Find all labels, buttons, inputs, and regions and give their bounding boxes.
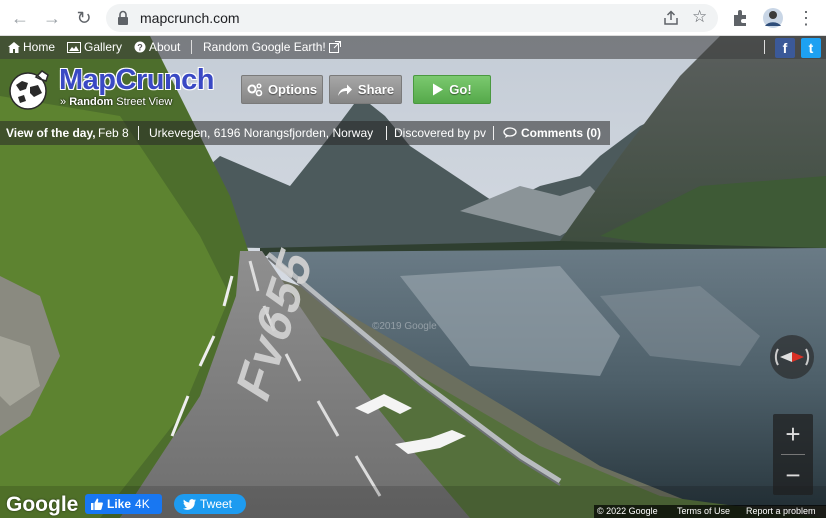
- comments-link[interactable]: Comments (0): [503, 126, 601, 140]
- compass-control[interactable]: [770, 335, 814, 379]
- tweet-label: Tweet: [200, 497, 233, 511]
- lock-icon: [118, 10, 128, 25]
- logo-sub-prefix: »: [60, 96, 67, 108]
- bookmark-star-icon[interactable]: ☆: [692, 7, 707, 27]
- facebook-like-button[interactable]: Like 4K: [85, 494, 162, 514]
- tweet-button[interactable]: Tweet: [174, 494, 246, 514]
- home-icon: [8, 41, 20, 53]
- nav-random-earth-label: Random Google Earth!: [203, 40, 326, 54]
- zoom-in-button[interactable]: +: [773, 414, 813, 454]
- nav-home-label: Home: [23, 40, 56, 54]
- vod-divider: [386, 126, 387, 140]
- go-button[interactable]: Go!: [413, 75, 491, 104]
- share-page-icon[interactable]: [662, 9, 680, 27]
- forward-arrow-icon[interactable]: →: [40, 6, 64, 30]
- share-arrow-icon: [337, 84, 352, 96]
- logo-sub-random: Random: [69, 96, 114, 108]
- zoom-control: + −: [773, 414, 813, 495]
- options-label: Options: [267, 82, 318, 97]
- twitter-bird-icon: [183, 498, 196, 510]
- thumbs-up-icon: [91, 498, 103, 510]
- view-of-the-day-bar: View of the day, Feb 8 Urkevegen, 6196 N…: [0, 121, 610, 145]
- go-label: Go!: [449, 82, 472, 97]
- view-of-day-label: View of the day,: [6, 126, 96, 140]
- view-location-link[interactable]: Urkevegen, 6196 Norangsfjorden, Norway: [149, 126, 373, 140]
- google-logo: Google: [6, 493, 79, 516]
- play-icon: [433, 83, 444, 96]
- comments-label: Comments (0): [521, 126, 602, 140]
- browser-menu-icon[interactable]: ⋮: [794, 6, 818, 30]
- imagery-watermark: ©2019 Google: [372, 321, 437, 332]
- twitter-icon[interactable]: t: [801, 38, 821, 58]
- nav-random-earth-link[interactable]: Random Google Earth!: [203, 40, 341, 54]
- gallery-image-icon: [67, 41, 81, 53]
- share-label: Share: [357, 82, 395, 97]
- browser-toolbar: ← → ↻ mapcrunch.com ☆ ⋮: [0, 0, 826, 36]
- like-count: 4K: [135, 497, 150, 511]
- nav-gallery-label: Gallery: [84, 40, 123, 54]
- copyright-text: © 2022 Google: [597, 506, 658, 516]
- site-top-nav: Home Gallery ? About Random Google Earth…: [0, 36, 826, 59]
- compass-icon: [774, 348, 810, 366]
- profile-avatar-icon[interactable]: [762, 7, 784, 29]
- url-text: mapcrunch.com: [140, 10, 240, 26]
- options-button[interactable]: Options: [241, 75, 323, 104]
- facebook-icon[interactable]: f: [775, 38, 795, 58]
- report-problem-link[interactable]: Report a problem: [746, 506, 816, 516]
- question-circle-icon: ?: [134, 41, 146, 53]
- panorama-image: [0, 36, 826, 518]
- map-attribution-bar: © 2022 Google Terms of Use Report a prob…: [594, 505, 826, 518]
- site-logo-title[interactable]: MapCrunch: [59, 64, 215, 97]
- share-button[interactable]: Share: [329, 75, 402, 104]
- reload-icon[interactable]: ↻: [72, 6, 96, 30]
- svg-text:?: ?: [137, 43, 143, 53]
- gears-icon: [247, 83, 263, 96]
- mapcrunch-globe-icon[interactable]: [8, 67, 52, 111]
- discovered-by-link[interactable]: Discovered by pv: [394, 126, 486, 140]
- external-link-icon: [328, 41, 341, 53]
- nav-about-link[interactable]: ? About: [134, 40, 180, 54]
- terms-of-use-link[interactable]: Terms of Use: [677, 506, 730, 516]
- logo-sub-rest: Street View: [116, 96, 173, 108]
- like-label: Like: [107, 497, 132, 511]
- nav-divider-right: [764, 40, 765, 54]
- speech-bubble-icon: [503, 127, 517, 138]
- back-arrow-icon[interactable]: ←: [8, 6, 32, 30]
- site-logo-subtitle: » Random Street View: [60, 96, 172, 108]
- zoom-out-button[interactable]: −: [773, 455, 813, 495]
- nav-about-label: About: [149, 40, 181, 54]
- vod-divider: [493, 126, 494, 140]
- address-bar[interactable]: mapcrunch.com ☆: [106, 4, 718, 32]
- nav-home-link[interactable]: Home: [8, 40, 55, 54]
- vod-divider: [138, 126, 139, 140]
- view-of-day-date: Feb 8: [98, 126, 129, 140]
- extensions-puzzle-icon[interactable]: [730, 7, 752, 29]
- nav-divider: [191, 40, 192, 54]
- nav-gallery-link[interactable]: Gallery: [67, 40, 122, 54]
- street-view-panorama[interactable]: ©2019 Google: [0, 36, 826, 518]
